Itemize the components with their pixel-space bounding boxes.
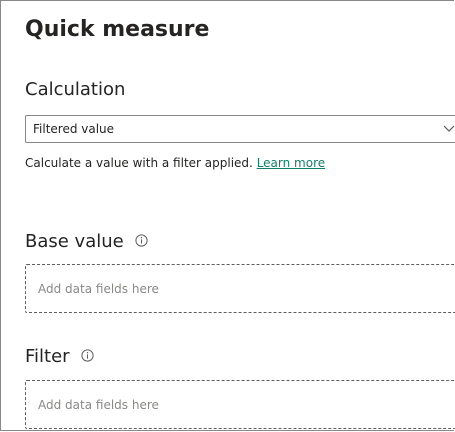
info-icon[interactable]	[135, 233, 149, 247]
calculation-label: Calculation	[25, 79, 126, 100]
calculation-description: Calculate a value with a filter applied.…	[25, 156, 325, 170]
base-value-placeholder: Add data fields here	[38, 282, 159, 296]
quick-measure-panel: Quick measure Calculation Filtered value…	[0, 0, 455, 431]
filter-label: Filter	[25, 346, 70, 367]
base-value-label: Base value	[25, 231, 124, 252]
filter-placeholder: Add data fields here	[38, 398, 159, 412]
description-text: Calculate a value with a filter applied.	[25, 156, 257, 170]
base-value-dropzone[interactable]: Add data fields here	[25, 264, 455, 313]
filter-dropzone[interactable]: Add data fields here	[25, 380, 455, 429]
filter-heading: Filter	[25, 346, 94, 367]
base-value-heading: Base value	[25, 231, 149, 252]
calculation-dropdown[interactable]: Filtered value	[25, 115, 455, 143]
info-icon[interactable]	[81, 348, 94, 362]
calculation-selected-value: Filtered value	[33, 122, 115, 136]
panel-title: Quick measure	[25, 17, 210, 42]
learn-more-link[interactable]: Learn more	[257, 156, 325, 170]
chevron-down-icon	[443, 125, 455, 132]
